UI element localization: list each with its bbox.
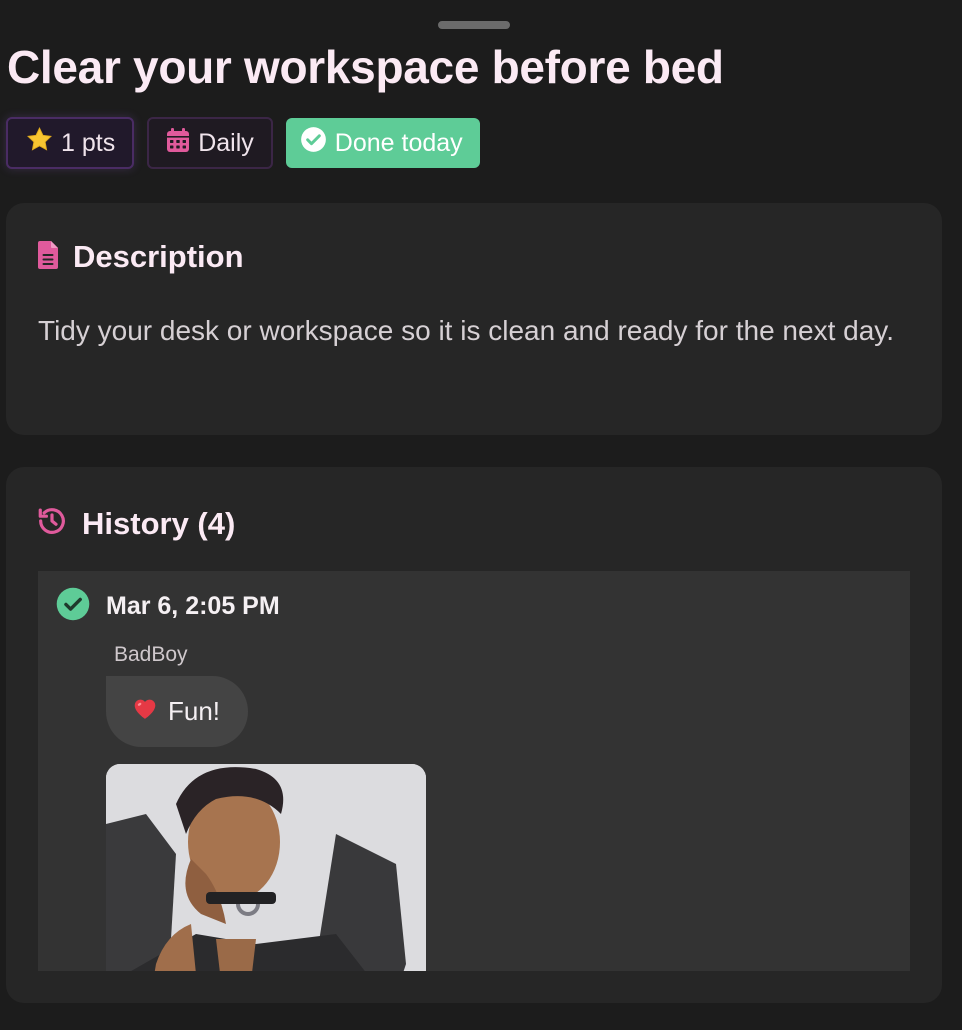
heart-icon xyxy=(132,696,158,727)
entry-photo[interactable] xyxy=(106,764,426,971)
frequency-label: Daily xyxy=(198,128,254,157)
description-header: Description xyxy=(37,239,244,275)
description-card: Description Tidy your desk or workspace … xyxy=(6,203,942,435)
check-circle-icon xyxy=(300,126,327,160)
reaction-bubble: Fun! xyxy=(106,676,249,747)
points-chip: 1 pts xyxy=(6,117,135,169)
history-icon xyxy=(36,505,68,542)
page-title: Clear your workspace before bed xyxy=(7,41,724,93)
character-illustration xyxy=(106,764,426,971)
history-entry: Mar 6, 2:05 PM BadBoy Fun! xyxy=(38,571,910,971)
frequency-chip: Daily xyxy=(147,117,273,169)
description-text: Tidy your desk or workspace so it is cle… xyxy=(38,315,894,346)
star-icon xyxy=(26,126,53,160)
status-badge: Done today xyxy=(285,118,480,168)
drag-handle[interactable] xyxy=(438,21,510,29)
history-entry-header: Mar 6, 2:05 PM xyxy=(56,587,280,626)
reaction-text: Fun! xyxy=(168,696,221,726)
history-heading: History (4) xyxy=(82,505,236,541)
check-circle-icon xyxy=(56,587,90,626)
history-entry-date: Mar 6, 2:05 PM xyxy=(106,592,280,620)
calendar-icon xyxy=(166,127,190,160)
points-label: 1 pts xyxy=(61,128,116,157)
history-header: History (4) xyxy=(36,505,235,542)
history-entry-user: BadBoy xyxy=(114,643,188,666)
document-icon xyxy=(37,240,59,275)
description-heading: Description xyxy=(73,239,244,274)
status-label: Done today xyxy=(334,128,463,157)
task-chips: 1 pts Daily Done today xyxy=(6,117,480,169)
history-card: History (4) Mar 6, 2:05 PM BadBoy Fun! xyxy=(6,467,942,1003)
